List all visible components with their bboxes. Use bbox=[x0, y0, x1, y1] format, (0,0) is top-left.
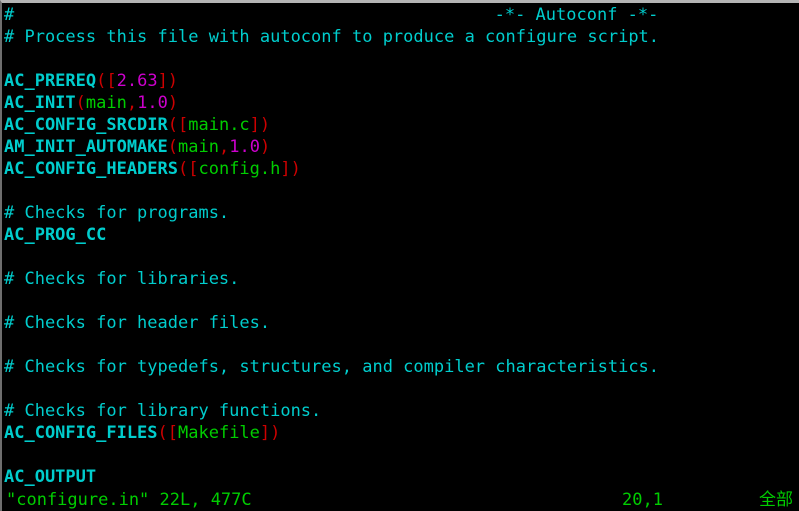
token-macro: AC_CONFIG_SRCDIR bbox=[4, 115, 168, 135]
token-macro: AC_INIT bbox=[4, 93, 76, 113]
buffer-line[interactable] bbox=[4, 334, 799, 356]
buffer-line[interactable]: # -*- Autoconf -*- bbox=[4, 4, 799, 26]
token-delim: ]) bbox=[157, 71, 179, 91]
token-string: main bbox=[178, 137, 219, 157]
token-comment: # Checks for typedefs, structures, and c… bbox=[4, 357, 660, 377]
statusline-scroll-indicator: 全部 bbox=[759, 490, 793, 510]
buffer-line[interactable]: AC_CONFIG_HEADERS([config.h]) bbox=[4, 158, 799, 180]
token-number: 1.0 bbox=[137, 93, 168, 113]
buffer-line[interactable]: # Checks for typedefs, structures, and c… bbox=[4, 356, 799, 378]
token-macro: AC_PREREQ bbox=[4, 71, 97, 91]
token-delim: ( bbox=[167, 137, 179, 157]
vim-text-buffer[interactable]: # -*- Autoconf -*- # Process this file wit… bbox=[2, 3, 799, 489]
buffer-line[interactable]: AC_CONFIG_SRCDIR([main.c]) bbox=[4, 114, 799, 136]
token-string: config.h bbox=[198, 159, 281, 179]
token-delim: ]) bbox=[259, 423, 281, 443]
token-macro: AC_PROG_CC bbox=[4, 225, 107, 245]
buffer-line[interactable]: AC_INIT(main,1.0) bbox=[4, 92, 799, 114]
buffer-line[interactable]: AM_INIT_AUTOMAKE(main,1.0) bbox=[4, 136, 799, 158]
buffer-line[interactable] bbox=[4, 378, 799, 400]
token-macro: AC_CONFIG_HEADERS bbox=[4, 159, 178, 179]
token-macro: AC_OUTPUT bbox=[4, 467, 97, 487]
token-macro: AM_INIT_AUTOMAKE bbox=[4, 137, 168, 157]
buffer-line[interactable]: # Checks for libraries. bbox=[4, 268, 799, 290]
terminal-window: # -*- Autoconf -*- # Process this file wit… bbox=[0, 0, 799, 511]
token-macro: AC_CONFIG_FILES bbox=[4, 423, 158, 443]
buffer-line[interactable]: # Process this file with autoconf to pro… bbox=[4, 26, 799, 48]
token-comment: # Checks for programs. bbox=[4, 203, 230, 223]
token-string: main.c bbox=[188, 115, 250, 135]
token-comment: # bbox=[4, 5, 15, 25]
token-number: 2.63 bbox=[116, 71, 158, 91]
token-delim: , bbox=[126, 93, 138, 113]
token-comment: # Checks for header files. bbox=[4, 313, 271, 333]
token-delim: ([ bbox=[178, 159, 199, 179]
token-string: Makefile bbox=[178, 423, 260, 443]
vim-statusline: "configure.in" 22L, 477C 20,1 全部 bbox=[2, 489, 799, 511]
token-comment: # Process this file with autoconf to pro… bbox=[4, 27, 660, 47]
buffer-line[interactable]: AC_PROG_CC bbox=[4, 224, 799, 246]
token-delim: ]) bbox=[280, 159, 301, 179]
statusline-file-info: "configure.in" 22L, 477C bbox=[6, 490, 252, 510]
buffer-line[interactable] bbox=[4, 180, 799, 202]
modeline-header: -*- Autoconf -*- bbox=[494, 5, 659, 25]
buffer-line[interactable] bbox=[4, 290, 799, 312]
token-comment: # Checks for libraries. bbox=[4, 269, 240, 289]
buffer-line[interactable]: AC_OUTPUT bbox=[4, 466, 799, 488]
buffer-line[interactable]: # Checks for programs. bbox=[4, 202, 799, 224]
buffer-line[interactable]: # Checks for library functions. bbox=[4, 400, 799, 422]
token-delim: ([ bbox=[167, 115, 189, 135]
token-delim: ) bbox=[167, 93, 179, 113]
buffer-line[interactable]: # Checks for header files. bbox=[4, 312, 799, 334]
token-delim: ([ bbox=[96, 71, 117, 91]
buffer-line[interactable] bbox=[4, 246, 799, 268]
token-string: main bbox=[85, 93, 127, 113]
token-delim: ( bbox=[75, 93, 86, 113]
buffer-line[interactable] bbox=[4, 444, 799, 466]
token-delim: , bbox=[218, 137, 230, 157]
token-delim: ([ bbox=[157, 423, 179, 443]
token-number: 1.0 bbox=[229, 137, 260, 157]
buffer-line[interactable]: AC_CONFIG_FILES([Makefile]) bbox=[4, 422, 799, 444]
buffer-line[interactable] bbox=[4, 48, 799, 70]
statusline-cursor-position: 20,1 bbox=[622, 490, 663, 510]
token-delim: ) bbox=[259, 137, 271, 157]
token-comment: # Checks for library functions. bbox=[4, 401, 322, 421]
token-delim: ]) bbox=[249, 115, 271, 135]
buffer-line[interactable]: AC_PREREQ([2.63]) bbox=[4, 70, 799, 92]
